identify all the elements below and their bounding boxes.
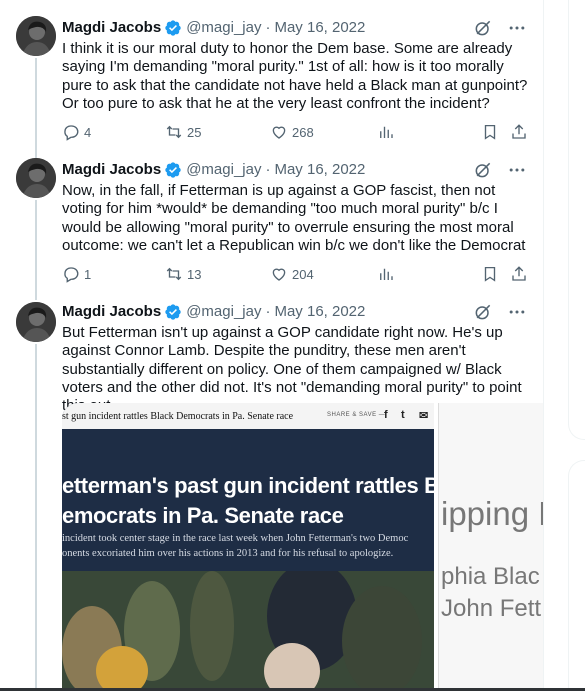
- like-icon: [272, 268, 286, 281]
- thread-line: [35, 292, 37, 300]
- timestamp[interactable]: May 16, 2022: [274, 160, 365, 180]
- thread-line: [35, 58, 37, 160]
- views-icon: [380, 126, 393, 138]
- retweet-button[interactable]: 13: [165, 264, 201, 284]
- more-icon[interactable]: [507, 18, 527, 38]
- tweet-actions: 4 25 268: [62, 122, 528, 142]
- article-2-text-line: phia Blac: [441, 563, 540, 590]
- reply-count: 1: [84, 266, 92, 282]
- retweet-icon: [166, 267, 182, 281]
- article-headline-line: emocrats in Pa. Senate race: [62, 503, 344, 528]
- thread-line: [35, 146, 37, 154]
- reply-button[interactable]: 4: [62, 122, 91, 142]
- reply-icon: [64, 125, 79, 141]
- bookmark-button[interactable]: [481, 122, 499, 142]
- column-divider: [543, 0, 544, 691]
- thread-line: [35, 344, 37, 691]
- sidebar-edge: [568, 0, 585, 691]
- article-2-text-line: John Fett: [441, 595, 542, 622]
- reply-icon: [64, 267, 79, 283]
- share-button[interactable]: [510, 264, 528, 284]
- article-2-headline: ipping B: [441, 495, 543, 532]
- author-handle[interactable]: @magi_jay: [186, 18, 261, 38]
- tweet-text: I think it is our moral duty to honor th…: [62, 40, 528, 112]
- like-count: 268: [292, 124, 314, 140]
- verified-badge-icon: [165, 304, 181, 320]
- article-dek-line: incident took center stage in the race l…: [62, 533, 409, 544]
- thread-line: [35, 200, 37, 295]
- share-icon: [512, 266, 526, 281]
- bookmark-icon: [484, 124, 496, 140]
- retweet-icon: [166, 125, 182, 139]
- timeline: Magdi Jacobs @magi_jay · May 16, 2022 I …: [0, 0, 543, 691]
- author-name[interactable]: Magdi Jacobs: [62, 302, 161, 322]
- retweet-count: 13: [187, 266, 202, 282]
- like-icon: [272, 126, 286, 139]
- views-button[interactable]: [377, 122, 395, 142]
- author-handle[interactable]: @magi_jay: [186, 302, 261, 322]
- tweet-header: Magdi Jacobs @magi_jay · May 16, 2022: [62, 302, 527, 322]
- bookmark-button[interactable]: [481, 264, 499, 284]
- sidebar-card: [568, 0, 585, 440]
- tweet-actions: 1 13 204: [62, 264, 528, 284]
- timestamp[interactable]: May 16, 2022: [274, 18, 365, 38]
- bookmark-icon: [484, 266, 496, 282]
- separator: ·: [265, 161, 271, 178]
- grok-icon[interactable]: [473, 160, 493, 180]
- share-icon: [512, 124, 526, 139]
- article-headline: etterman's past gun incident rattles Bla…: [62, 471, 434, 531]
- article-dek-line: onents excoriated him over his actions i…: [62, 548, 394, 559]
- grok-icon[interactable]: [473, 18, 493, 38]
- views-button[interactable]: [377, 264, 395, 284]
- separator: ·: [265, 303, 271, 320]
- reply-button[interactable]: 1: [62, 264, 91, 284]
- tweet[interactable]: Magdi Jacobs @magi_jay · May 16, 2022 I …: [0, 0, 543, 160]
- article-dek: incident took center stage in the race l…: [62, 531, 434, 561]
- like-button[interactable]: 268: [270, 122, 314, 142]
- tweet-media[interactable]: st gun incident rattles Black Democrats …: [62, 403, 543, 691]
- tweet-header: Magdi Jacobs @magi_jay · May 16, 2022: [62, 18, 527, 38]
- share-button[interactable]: [510, 122, 528, 142]
- sidebar-card: [568, 460, 585, 691]
- author-handle[interactable]: @magi_jay: [186, 160, 261, 180]
- like-count: 204: [292, 266, 314, 282]
- verified-badge-icon: [165, 162, 181, 178]
- grok-icon[interactable]: [473, 302, 493, 322]
- tweet-text: But Fetterman isn't up against a GOP can…: [62, 324, 522, 414]
- article-screenshot[interactable]: st gun incident rattles Black Democrats …: [62, 403, 434, 691]
- facebook-icon: f: [384, 409, 388, 421]
- retweet-button[interactable]: 25: [165, 122, 201, 142]
- tweet[interactable]: Magdi Jacobs @magi_jay · May 16, 2022 No…: [0, 146, 543, 295]
- author-name[interactable]: Magdi Jacobs: [62, 18, 161, 38]
- tweet-text: Now, in the fall, if Fetterman is up aga…: [62, 182, 526, 254]
- views-icon: [380, 268, 393, 280]
- retweet-count: 25: [187, 124, 202, 140]
- separator: ·: [265, 19, 271, 36]
- like-button[interactable]: 204: [270, 264, 314, 284]
- avatar[interactable]: [16, 302, 56, 342]
- mail-icon: ✉: [419, 410, 429, 422]
- verified-badge-icon: [165, 20, 181, 36]
- tweet-header: Magdi Jacobs @magi_jay · May 16, 2022: [62, 160, 527, 180]
- more-icon[interactable]: [507, 160, 527, 180]
- more-icon[interactable]: [507, 302, 527, 322]
- article-topbar: st gun incident rattles Black Democrats …: [62, 403, 434, 429]
- article-share-label: SHARE & SAVE —: [327, 412, 386, 418]
- twitter-icon: t: [401, 409, 405, 421]
- avatar[interactable]: [16, 158, 56, 198]
- avatar[interactable]: [16, 16, 56, 56]
- reply-count: 4: [84, 124, 92, 140]
- article-kicker: st gun incident rattles Black Democrats …: [62, 411, 294, 422]
- timestamp[interactable]: May 16, 2022: [274, 302, 365, 322]
- article-screenshot-2[interactable]: ipping B phia Blac John Fett: [438, 403, 543, 691]
- author-name[interactable]: Magdi Jacobs: [62, 160, 161, 180]
- article-photo: [62, 561, 434, 691]
- article-headline-line: etterman's past gun incident rattles Bla: [62, 473, 434, 498]
